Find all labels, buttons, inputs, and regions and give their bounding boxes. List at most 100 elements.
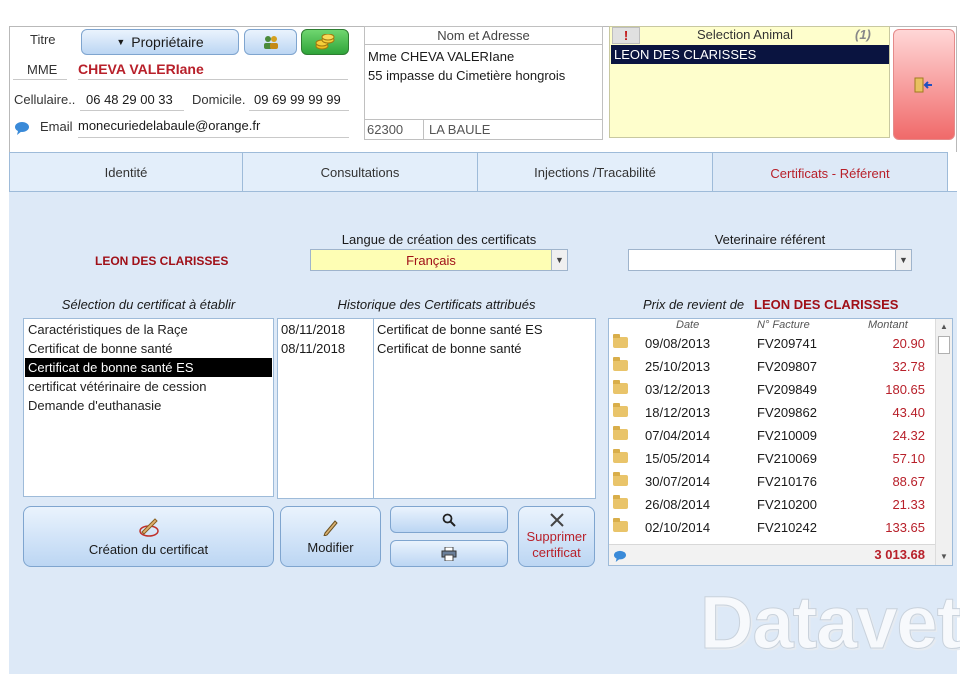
address-textarea[interactable]: Mme CHEVA VALERIane 55 impasse du Cimeti… [365, 44, 602, 120]
dom-field[interactable]: 09 69 99 99 99 [249, 92, 349, 111]
city-field[interactable]: LA BAULE [423, 120, 603, 139]
folder-icon[interactable] [613, 449, 628, 463]
search-button[interactable] [390, 506, 508, 533]
tab-injections-label: Injections /Tracabilité [534, 165, 656, 180]
cert-animal-name: LEON DES CLARISSES [95, 254, 229, 268]
prix-total: 3 013.68 [874, 547, 925, 562]
folder-icon[interactable] [613, 334, 628, 348]
prix-montant: 133.65 [885, 520, 925, 535]
prix-date: 30/07/2014 [645, 474, 711, 489]
prix-facture: FV210009 [757, 428, 817, 443]
history-label: Historique des Certificats attribués [337, 297, 536, 312]
list-item[interactable]: Demande d'euthanasie [25, 396, 272, 415]
owner-name-field[interactable]: CHEVA VALERIane [78, 60, 348, 80]
prix-montant: 24.32 [892, 428, 925, 443]
folder-icon[interactable] [613, 403, 628, 417]
prix-row[interactable]: 26/08/2014 FV210200 21.33 [609, 493, 935, 516]
create-certificate-button[interactable]: Création du certificat [23, 506, 274, 567]
tab-identite[interactable]: Identité [9, 152, 243, 192]
prix-animal-name: LEON DES CLARISSES [754, 297, 899, 312]
prix-date: 15/05/2014 [645, 451, 711, 466]
prix-table[interactable]: Date N° Facture Montant 09/08/2013 FV2097… [608, 318, 953, 566]
prix-facture: FV210176 [757, 474, 817, 489]
folder-icon[interactable] [613, 472, 628, 486]
folder-icon[interactable] [613, 357, 628, 371]
list-item[interactable]: Certificat de bonne santé [25, 339, 272, 358]
prix-row[interactable]: 18/12/2013 FV209862 43.40 [609, 401, 935, 424]
langue-value: Français [406, 252, 456, 268]
owner-role-label: Propriétaire [131, 34, 204, 50]
pencil-icon [322, 520, 338, 536]
modify-button[interactable]: Modifier [280, 506, 381, 567]
list-item[interactable]: certificat vétérinaire de cession [25, 377, 272, 396]
list-item[interactable]: Caractéristiques de la Raçe [25, 320, 272, 339]
prix-facture: FV209849 [757, 382, 817, 397]
print-button[interactable] [390, 540, 508, 567]
history-date[interactable]: 08/11/2018 [281, 339, 345, 358]
prix-row[interactable]: 30/07/2014 FV210176 88.67 [609, 470, 935, 493]
history-date[interactable]: 08/11/2018 [281, 320, 345, 339]
prix-row[interactable]: 15/05/2014 FV210069 57.10 [609, 447, 935, 470]
owner-role-button[interactable]: ▼ Propriétaire [81, 29, 239, 55]
prix-facture: FV209807 [757, 359, 817, 374]
tab-certificats[interactable]: Certificats - Référent [712, 152, 948, 193]
datavet-watermark: Datavet [699, 581, 960, 665]
history-list[interactable]: 08/11/2018 Certificat de bonne santé ES … [277, 318, 596, 499]
printer-icon [441, 546, 457, 561]
selection-label: Sélection du certificat à établir [61, 297, 236, 312]
scroll-down-icon[interactable]: ▼ [936, 549, 952, 565]
email-label: Email [40, 119, 73, 134]
chat-bubble-icon [14, 121, 30, 138]
col-date-header: Date [676, 319, 700, 331]
email-field[interactable]: monecuriedelabaule@orange.fr [78, 118, 349, 138]
prix-facture: FV209862 [757, 405, 817, 420]
coins-button[interactable] [301, 29, 349, 55]
exit-button[interactable] [893, 29, 955, 140]
chevron-down-icon[interactable]: ▼ [895, 250, 911, 270]
tab-consultations[interactable]: Consultations [242, 152, 478, 192]
tab-certificats-label: Certificats - Référent [770, 165, 890, 181]
cell-field[interactable]: 06 48 29 00 33 [80, 92, 184, 111]
exit-door-icon [914, 77, 932, 92]
animal-count: (1) [855, 27, 871, 42]
cell-label: Cellulaire.. [14, 92, 76, 107]
pen-certificate-icon [138, 518, 159, 537]
vet-select[interactable]: ▼ [628, 249, 912, 271]
folder-icon[interactable] [613, 495, 628, 509]
civilite-field[interactable]: MME [13, 60, 67, 80]
folder-icon[interactable] [613, 426, 628, 440]
scroll-up-icon[interactable]: ▲ [936, 319, 952, 335]
tab-consultations-label: Consultations [320, 165, 400, 180]
history-cert-name[interactable]: Certificat de bonne santé ES [377, 320, 543, 339]
tab-injections[interactable]: Injections /Tracabilité [477, 152, 713, 192]
scrollbar[interactable]: ▲ ▼ [935, 319, 952, 565]
prix-rows: 09/08/2013 FV209741 20.90 25/10/2013 FV20980… [609, 332, 935, 544]
prix-facture: FV209741 [757, 336, 817, 351]
zip-field[interactable]: 62300 [367, 122, 423, 137]
create-certificate-label: Création du certificat [88, 542, 209, 557]
chevron-down-icon[interactable]: ▼ [551, 250, 567, 270]
prix-row[interactable]: 02/10/2014 FV210242 133.65 [609, 516, 935, 539]
list-item-selected[interactable]: Certificat de bonne santé ES [25, 358, 272, 377]
prix-row[interactable]: 09/08/2013 FV209741 20.90 [609, 332, 935, 355]
warning-icon[interactable]: ! [612, 27, 640, 44]
prix-montant: 180.65 [885, 382, 925, 397]
folder-icon[interactable] [613, 380, 628, 394]
prix-row[interactable]: 25/10/2013 FV209807 32.78 [609, 355, 935, 378]
animal-select-panel: ! Selection Animal (1) LEON DES CLARISSE… [609, 26, 890, 138]
prix-date: 07/04/2014 [645, 428, 711, 443]
langue-select[interactable]: Français ▼ [310, 249, 568, 271]
delete-certificate-button[interactable]: Supprimer certificat [518, 506, 595, 567]
close-icon [549, 512, 564, 527]
contacts-button[interactable] [244, 29, 297, 55]
folder-icon[interactable] [613, 518, 628, 532]
scrollbar-thumb[interactable] [938, 336, 950, 354]
animal-list-item-selected[interactable]: LEON DES CLARISSES [611, 45, 889, 64]
prix-date: 02/10/2014 [645, 520, 711, 535]
history-cert-name[interactable]: Certificat de bonne santé [377, 339, 522, 358]
prix-row[interactable]: 03/12/2013 FV209849 180.65 [609, 378, 935, 401]
prix-montant: 20.90 [892, 336, 925, 351]
prix-facture: FV210069 [757, 451, 817, 466]
prix-row[interactable]: 07/04/2014 FV210009 24.32 [609, 424, 935, 447]
certificate-type-list[interactable]: Caractéristiques de la Raçe Certificat d… [23, 318, 274, 497]
